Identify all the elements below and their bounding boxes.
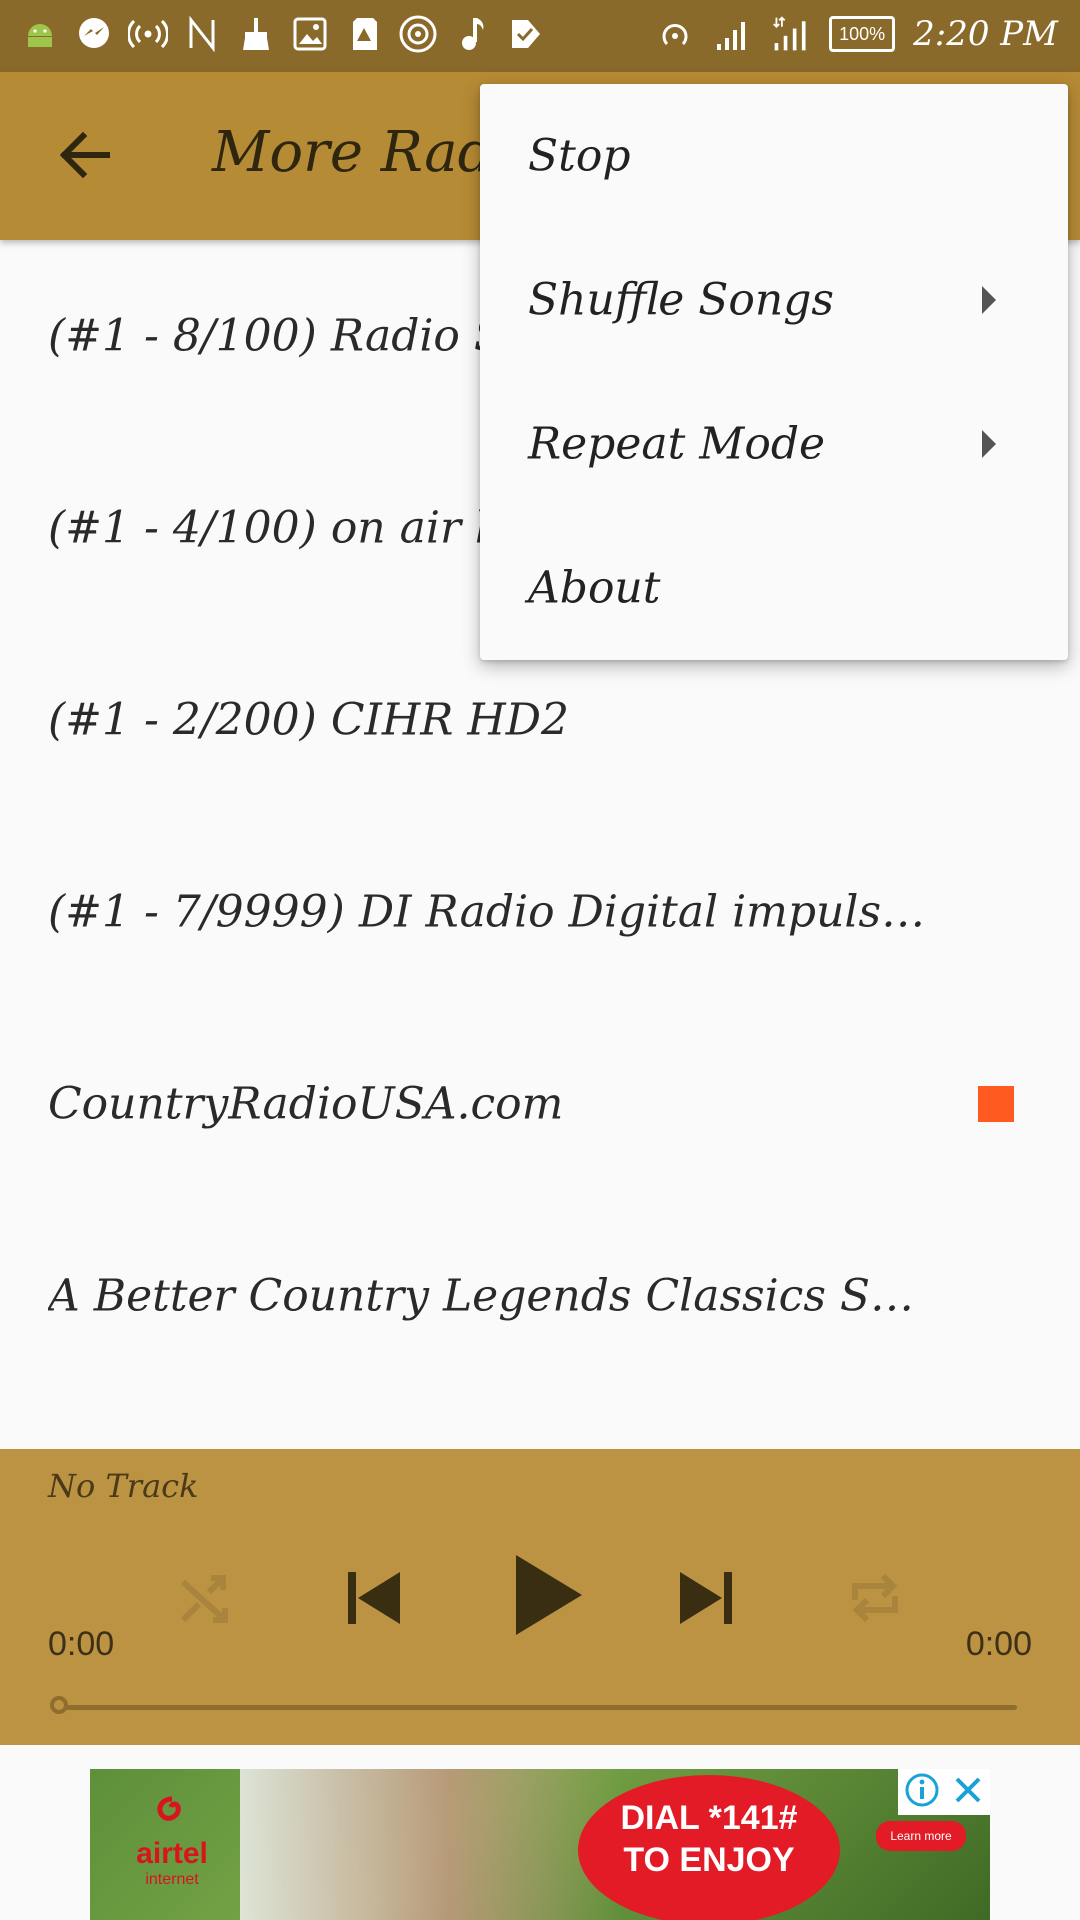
n-icon <box>182 14 222 54</box>
station-label: (#1 - 2/200) CIHR HD2 <box>48 694 569 746</box>
total-time: 0:00 <box>965 1625 1032 1663</box>
image-icon <box>290 14 330 54</box>
ad-banner[interactable]: airtel internet DIAL *141# TO ENJOY Lear… <box>90 1769 990 1920</box>
ad-info-icon[interactable] <box>904 1772 940 1812</box>
messenger-icon <box>74 14 114 54</box>
skip-next-icon <box>676 1570 736 1630</box>
station-row-playing[interactable]: CountryRadioUSA.com <box>0 1008 1080 1200</box>
ad-headline-line1: DIAL *141# <box>620 1799 798 1837</box>
ad-brand-sub: internet <box>145 1871 199 1888</box>
repeat-button[interactable] <box>840 1565 910 1635</box>
ad-close-icon[interactable] <box>952 1774 984 1810</box>
player-bar: No Track 0:00 0:00 <box>0 1449 1080 1745</box>
menu-item-shuffle-songs[interactable]: Shuffle Songs <box>480 228 1068 372</box>
hotspot-icon <box>655 14 695 54</box>
music-note-icon <box>452 14 492 54</box>
ad-brand-logo: airtel internet <box>112 1795 232 1895</box>
overflow-menu: Stop Shuffle Songs Repeat Mode About <box>480 84 1068 660</box>
station-label: (#1 - 4/100) on air live <box>48 502 554 554</box>
station-row[interactable]: A Better Country Legends Classics Statio… <box>0 1200 1080 1392</box>
ad-controls <box>898 1769 990 1815</box>
play-store-icon <box>506 14 546 54</box>
ad-image <box>240 1769 620 1920</box>
menu-item-label: Stop <box>528 130 631 182</box>
previous-button[interactable] <box>334 1565 414 1635</box>
menu-item-about[interactable]: About <box>480 516 1068 660</box>
broom-icon <box>236 14 276 54</box>
signal-icon <box>713 14 753 54</box>
next-button[interactable] <box>666 1565 746 1635</box>
submenu-arrow-icon <box>982 430 996 458</box>
ad-area: airtel internet DIAL *141# TO ENJOY Lear… <box>0 1745 1080 1920</box>
elapsed-time: 0:00 <box>48 1625 115 1663</box>
submenu-arrow-icon <box>982 286 996 314</box>
menu-item-label: Shuffle Songs <box>528 274 834 326</box>
warning-sd-icon <box>344 14 384 54</box>
menu-item-label: About <box>528 562 661 614</box>
shuffle-icon <box>177 1570 233 1630</box>
menu-item-label: Repeat Mode <box>528 418 826 470</box>
play-icon <box>512 1553 584 1641</box>
arrow-left-icon <box>57 130 113 184</box>
podcast-icon <box>398 14 438 54</box>
android-icon <box>20 14 60 54</box>
track-name: No Track <box>48 1467 199 1505</box>
station-label: CountryRadioUSA.com <box>48 1078 564 1130</box>
ad-headline-line2: TO ENJOY <box>623 1841 795 1879</box>
now-playing-indicator <box>978 1086 1014 1122</box>
station-label: (#1 - 7/9999) DI Radio Digital impulse -… <box>48 886 928 938</box>
station-row[interactable]: (#1 - 7/9999) DI Radio Digital impulse -… <box>0 816 1080 1008</box>
repeat-icon <box>847 1570 903 1630</box>
notification-icons <box>20 14 546 54</box>
menu-item-stop[interactable]: Stop <box>480 84 1068 228</box>
airtel-logo-icon <box>157 1796 181 1821</box>
status-bar: 100% 2:20 PM <box>0 0 1080 72</box>
seek-bar[interactable] <box>62 1705 1017 1710</box>
clock: 2:20 PM <box>913 14 1058 54</box>
station-label: A Better Country Legends Classics Statio… <box>48 1270 928 1322</box>
ad-headline: DIAL *141# TO ENJOY <box>578 1775 840 1920</box>
system-status: 100% 2:20 PM <box>655 14 1058 54</box>
play-button[interactable] <box>500 1549 596 1645</box>
skip-previous-icon <box>344 1570 404 1630</box>
seek-thumb[interactable] <box>50 1696 68 1714</box>
menu-item-repeat-mode[interactable]: Repeat Mode <box>480 372 1068 516</box>
broadcast-icon <box>128 14 168 54</box>
back-button[interactable] <box>50 127 120 187</box>
shuffle-button[interactable] <box>170 1565 240 1635</box>
ad-brand-name: airtel <box>136 1837 208 1870</box>
data-signal-icon <box>771 14 811 54</box>
battery-icon: 100% <box>829 16 896 52</box>
ad-cta-button[interactable]: Learn more <box>876 1821 966 1851</box>
